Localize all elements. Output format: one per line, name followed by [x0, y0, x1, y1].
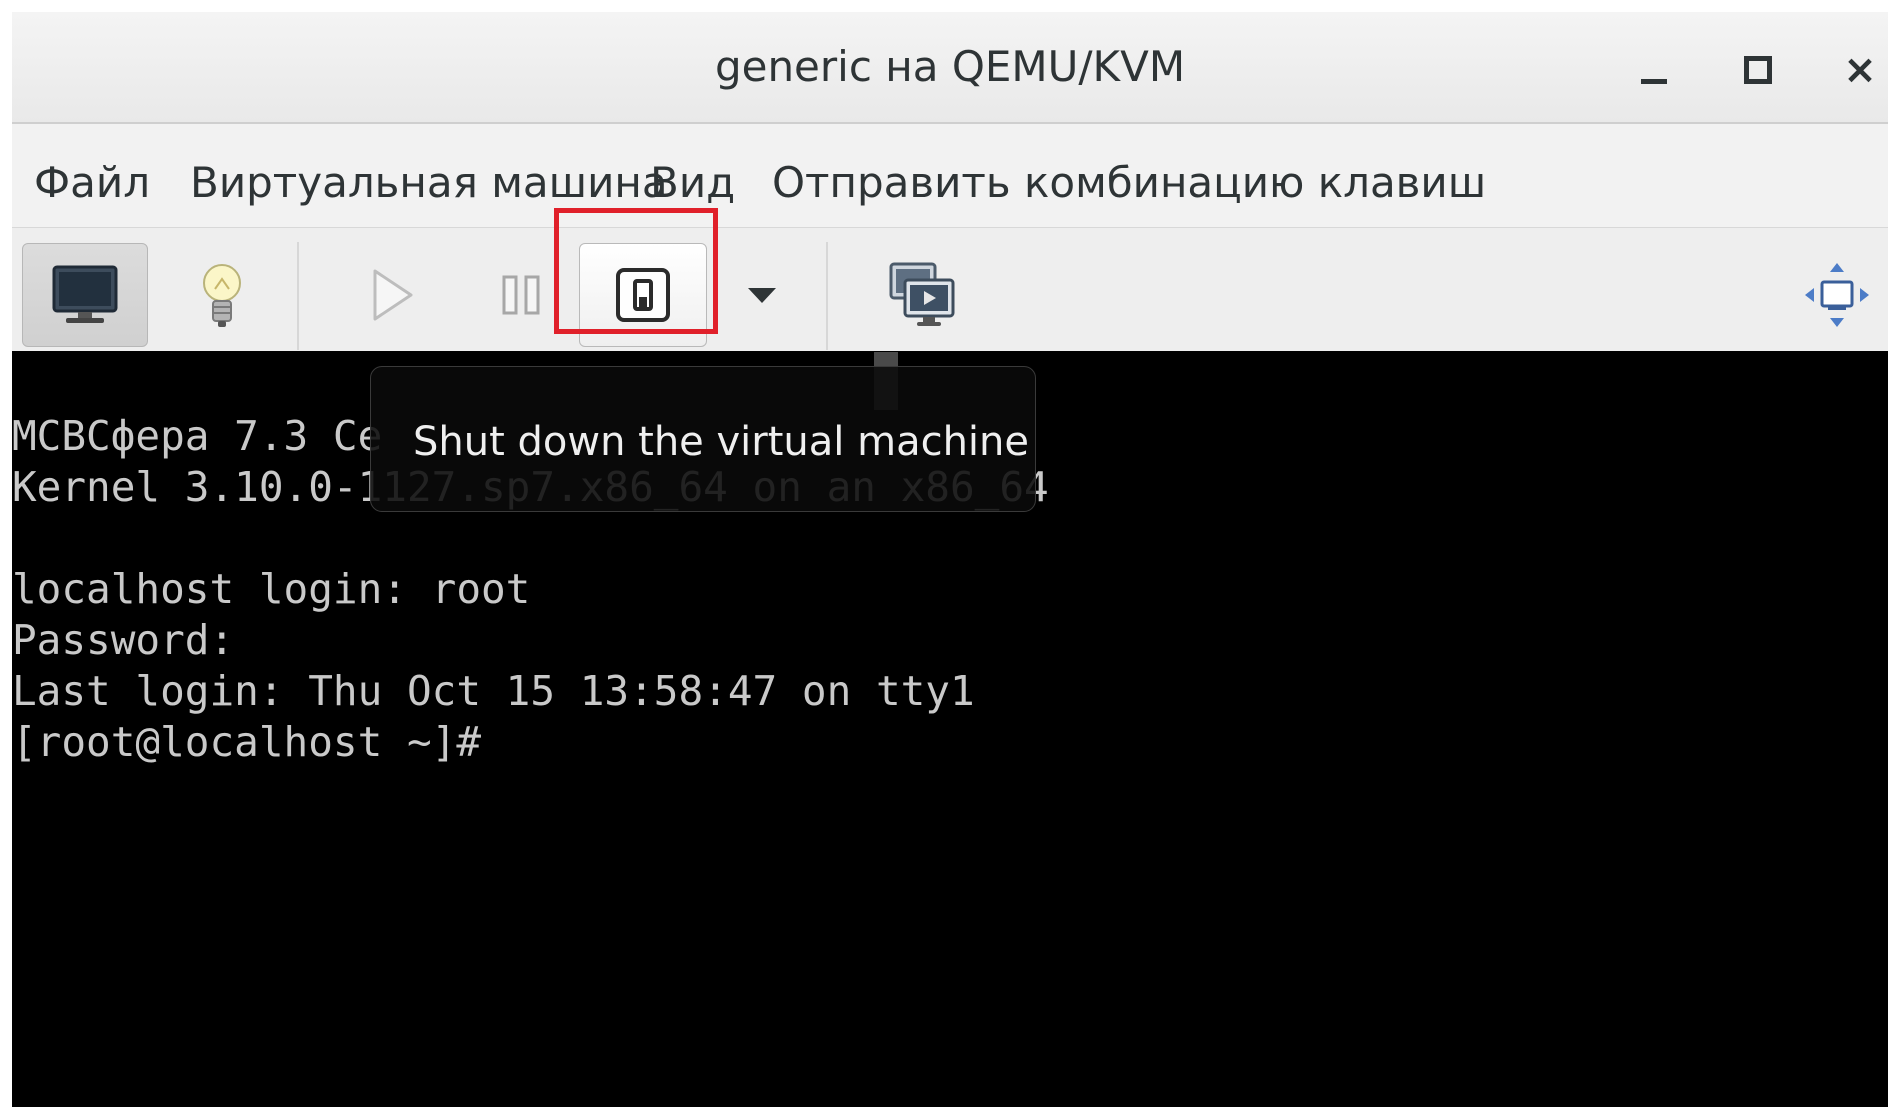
- details-button[interactable]: [172, 243, 272, 347]
- lightbulb-icon: [203, 264, 241, 327]
- shutdown-tooltip: Shut down the virtual machine: [370, 366, 1036, 512]
- run-button[interactable]: [342, 243, 442, 347]
- shutdown-options-dropdown[interactable]: [732, 243, 792, 347]
- monitor-icon: [52, 265, 118, 323]
- menu-send-key[interactable]: Отправить комбинацию клавиш: [772, 158, 1486, 207]
- console-view-button[interactable]: [22, 243, 148, 347]
- title-bar[interactable]: generic на QEMU/KVM ×: [12, 12, 1888, 124]
- menu-view[interactable]: Вид: [650, 158, 735, 207]
- tooltip-text: Shut down the virtual machine: [413, 419, 1029, 465]
- minimize-icon: [1641, 78, 1667, 84]
- console-prompt: [root@localhost ~]#: [12, 718, 481, 766]
- maximize-icon: [1744, 56, 1772, 84]
- shutdown-button[interactable]: [579, 243, 707, 347]
- console-line: localhost login: root: [12, 565, 531, 613]
- play-icon: [373, 269, 413, 321]
- power-switch-icon: [616, 268, 670, 322]
- console-line: Password:: [12, 616, 235, 664]
- toolbar: [12, 228, 1888, 363]
- close-button[interactable]: ×: [1830, 40, 1888, 100]
- pause-icon: [502, 275, 540, 315]
- window-title: generic на QEMU/KVM: [714, 42, 1186, 91]
- toolbar-separator: [297, 242, 299, 350]
- toolbar-separator: [826, 242, 828, 350]
- menu-bar: Файл Виртуальная машина Вид Отправить ко…: [12, 124, 1888, 228]
- close-icon: ×: [1843, 47, 1877, 93]
- maximize-button[interactable]: [1728, 40, 1788, 100]
- menu-file[interactable]: Файл: [34, 158, 150, 207]
- console-line: МСВСфера 7.3 Се: [12, 412, 383, 460]
- menu-virtual-machine[interactable]: Виртуальная машина: [190, 158, 668, 207]
- minimize-button[interactable]: [1624, 40, 1684, 100]
- console-line: Last login: Thu Oct 15 13:58:47 on tty1: [12, 667, 975, 715]
- screenshot-icon: [889, 262, 955, 326]
- snapshots-button[interactable]: [872, 243, 972, 347]
- vm-viewer-window: generic на QEMU/KVM × Файл Виртуальная м…: [12, 12, 1888, 1107]
- pause-button[interactable]: [472, 243, 572, 347]
- chevron-down-icon: [748, 288, 776, 303]
- fullscreen-button[interactable]: [1792, 243, 1882, 347]
- fullscreen-icon: [1805, 263, 1869, 327]
